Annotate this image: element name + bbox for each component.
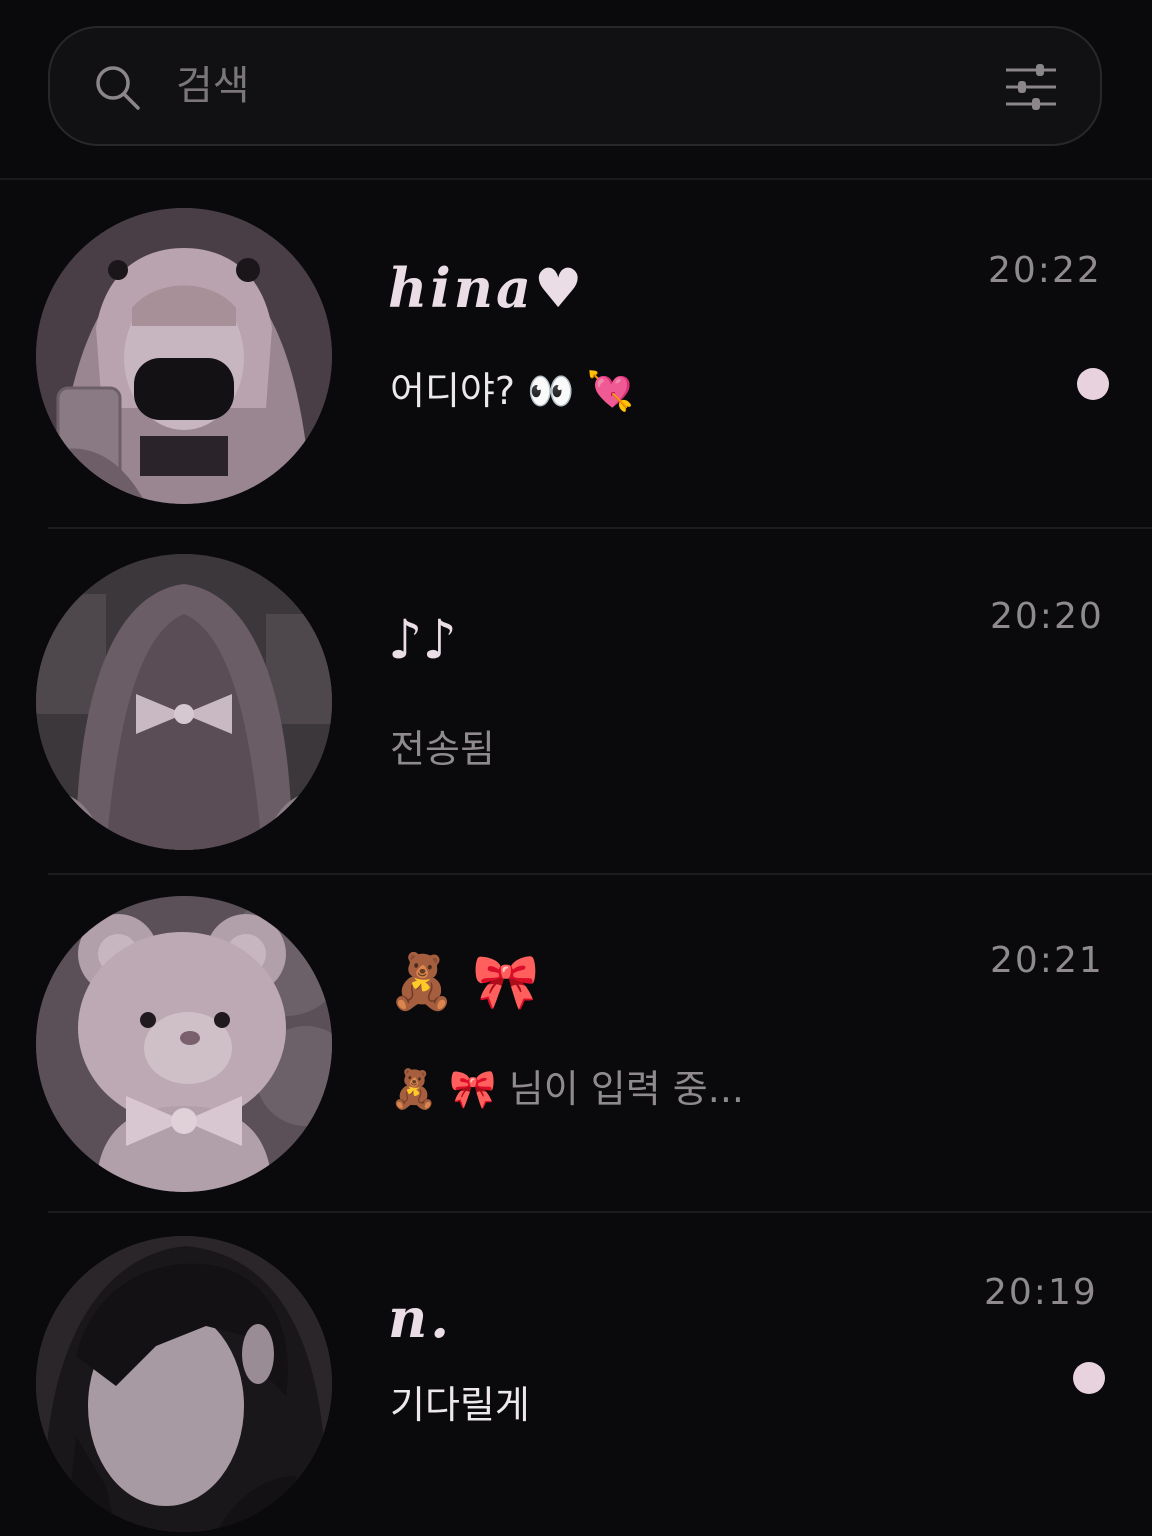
sliders-icon[interactable] [1002,60,1060,114]
message-time: 20:22 [988,250,1102,291]
last-message: 어디야? 👀 💘 [390,369,634,413]
contact-name: ♪♪ [388,608,457,671]
last-message: 전송됨 [390,727,495,771]
contact-name: hina♥ [388,256,586,320]
unread-dot [1077,368,1109,400]
message-time: 20:21 [990,940,1104,981]
search-icon[interactable] [92,62,142,112]
avatar[interactable] [36,554,332,850]
avatar[interactable] [36,1236,332,1532]
last-message: 기다릴게 [390,1383,530,1427]
chat-row-n[interactable]: n. 20:19 기다릴게 [0,1212,1152,1536]
avatar[interactable] [36,208,332,504]
last-message: 🧸 🎀 님이 입력 중... [390,1067,744,1111]
chat-row-hina[interactable]: hina♥ 20:22 어디야? 👀 💘 [0,180,1152,528]
message-time: 20:19 [984,1272,1098,1313]
contact-name: 🧸 🎀 [388,950,540,1013]
search-input[interactable] [176,54,956,118]
chat-row-teddy[interactable]: 🧸 🎀 20:21 🧸 🎀 님이 입력 중... [0,874,1152,1212]
chat-row-music[interactable]: ♪♪ 20:20 전송됨 [0,528,1152,874]
avatar[interactable] [36,896,332,1192]
unread-dot [1073,1362,1105,1394]
message-time: 20:20 [990,596,1104,637]
contact-name: n. [388,1286,453,1350]
